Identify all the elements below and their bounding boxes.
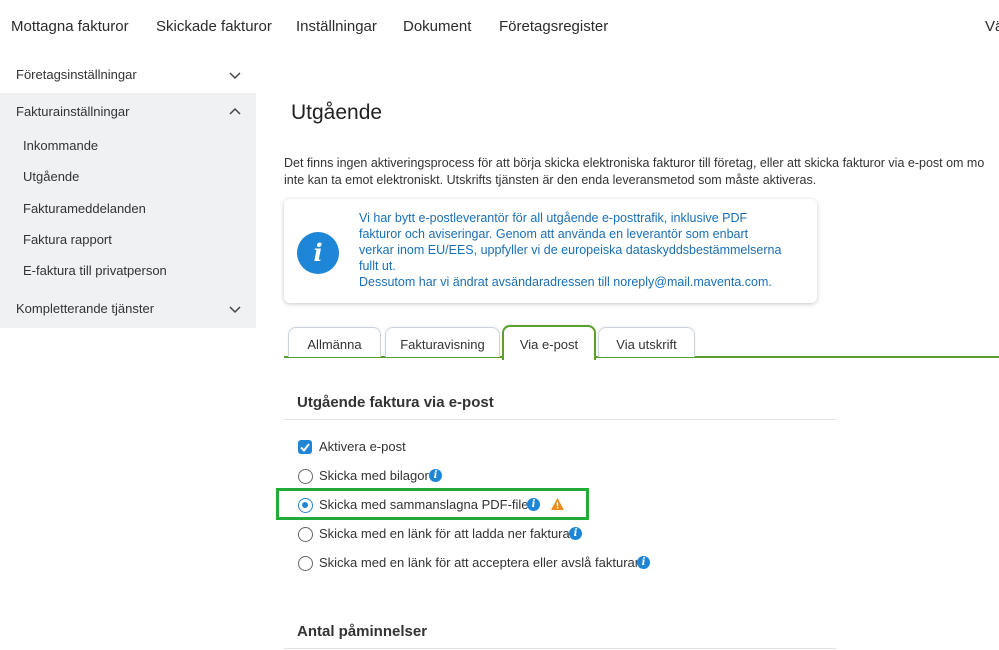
- section-title-reminders: Antal påminnelser: [297, 623, 428, 640]
- info-icon[interactable]: i: [527, 498, 540, 511]
- sidebar-group-fakturainstallningar[interactable]: Fakturainställningar: [0, 93, 256, 131]
- sidebar-item-inkommande[interactable]: Inkommande: [23, 138, 98, 153]
- sidebar-group-label: Fakturainställningar: [16, 104, 130, 119]
- sidebar-item-e-faktura-privatperson[interactable]: E-faktura till privatperson: [23, 263, 167, 278]
- info-icon: i: [297, 232, 339, 274]
- option-label: Skicka med en länk för att ladda ner fak…: [319, 526, 570, 541]
- notice-line: Dessutom har vi ändrat avsändaradressen …: [359, 275, 772, 289]
- sidebar-item-fakturameddelanden[interactable]: Fakturameddelanden: [23, 201, 146, 216]
- notice-box: i Vi har bytt e-postleverantör för all u…: [284, 199, 817, 303]
- option-label: Skicka med sammanslagna PDF-filer: [319, 497, 533, 512]
- nav-mottagna-fakturor[interactable]: Mottagna fakturor: [11, 18, 129, 35]
- tab-label: Via e-post: [519, 337, 579, 352]
- main-content: Utgående Det finns ingen aktiveringsproc…: [256, 56, 999, 650]
- sidebar: Företagsinställningar Fakturainställning…: [0, 56, 256, 650]
- option-label: Aktivera e-post: [319, 439, 406, 454]
- tab-bar: Allmänna Fakturavisning Via e-post Via u…: [284, 325, 999, 360]
- notice-line: Vi har bytt e-postleverantör för all utg…: [359, 211, 748, 225]
- radio-icon: [298, 527, 313, 542]
- sidebar-group-label: Kompletterande tjänster: [16, 301, 155, 316]
- tab-label: Fakturavisning: [400, 337, 485, 352]
- option-label: Skicka med en länk för att acceptera ell…: [319, 555, 642, 570]
- warning-icon[interactable]: [550, 497, 565, 511]
- radio-selected-icon: [298, 498, 313, 513]
- section-title-email: Utgående faktura via e-post: [297, 394, 494, 411]
- section-divider: [284, 419, 836, 420]
- info-icon[interactable]: i: [569, 527, 582, 540]
- info-icon[interactable]: i: [429, 469, 442, 482]
- notice-line: fakturor och aviseringar. Genom att anvä…: [359, 227, 749, 241]
- top-navigation: Mottagna fakturor Skickade fakturor Inst…: [0, 0, 999, 56]
- tab-via-utskrift[interactable]: Via utskrift: [598, 327, 695, 357]
- nav-dokument[interactable]: Dokument: [403, 18, 471, 35]
- nav-installningar[interactable]: Inställningar: [296, 18, 377, 35]
- sidebar-item-faktura-rapport[interactable]: Faktura rapport: [23, 232, 112, 247]
- tab-allmanna[interactable]: Allmänna: [288, 327, 381, 357]
- sidebar-group-kompletterande-tjanster[interactable]: Kompletterande tjänster: [0, 290, 256, 328]
- notice-text: Vi har bytt e-postleverantör för all utg…: [359, 210, 799, 290]
- option-label: Skicka med bilagor: [319, 468, 429, 483]
- notice-line: fullt ut.: [359, 259, 396, 273]
- page-title: Utgående: [291, 101, 383, 124]
- radio-icon: [298, 556, 313, 571]
- sidebar-group-label: Företagsinställningar: [16, 67, 137, 82]
- nav-skickade-fakturor[interactable]: Skickade fakturor: [156, 18, 272, 35]
- info-icon[interactable]: i: [637, 556, 650, 569]
- chevron-up-icon: [229, 107, 241, 115]
- tab-label: Via utskrift: [616, 337, 677, 352]
- tab-fakturavisning[interactable]: Fakturavisning: [385, 327, 500, 357]
- notice-line: verkar inom EU/EES, uppfyller vi de euro…: [359, 243, 782, 257]
- section-divider: [284, 648, 836, 649]
- radio-icon: [298, 469, 313, 484]
- checkbox-checked-icon: [298, 440, 312, 454]
- tab-label: Allmänna: [307, 337, 362, 352]
- sidebar-item-utgaende[interactable]: Utgående: [23, 169, 79, 184]
- sidebar-group-foretagsinstallningar[interactable]: Företagsinställningar: [0, 56, 256, 94]
- nav-truncated-item[interactable]: Vä: [985, 18, 999, 35]
- intro-line: inte kan ta emot elektroniskt. Utskrifts…: [284, 173, 817, 187]
- tab-via-e-post[interactable]: Via e-post: [502, 325, 596, 360]
- intro-line: Det finns ingen aktiveringsprocess för a…: [284, 156, 985, 170]
- chevron-down-icon: [229, 72, 241, 80]
- chevron-down-icon: [229, 306, 241, 314]
- intro-text: Det finns ingen aktiveringsprocess för a…: [284, 155, 999, 189]
- nav-foretagsregister[interactable]: Företagsregister: [499, 18, 608, 35]
